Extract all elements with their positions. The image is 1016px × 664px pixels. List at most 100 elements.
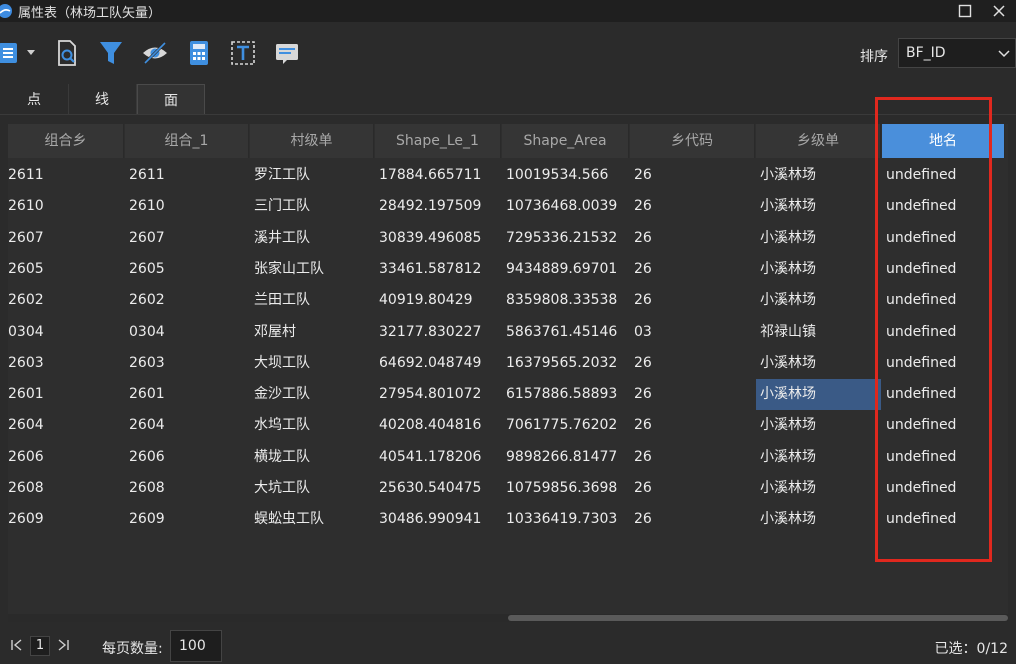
table-cell[interactable]: 2603 (125, 348, 249, 379)
close-button[interactable] (982, 0, 1016, 22)
table-cell[interactable]: 小溪林场 (756, 191, 881, 222)
table-cell[interactable]: 2608 (8, 473, 124, 504)
table-cell[interactable]: undefined (882, 254, 1005, 285)
table-cell[interactable]: 2608 (125, 473, 249, 504)
table-cell[interactable]: 03 (630, 317, 755, 348)
page-number[interactable]: 1 (30, 636, 50, 656)
table-row[interactable]: 2606 2606 横垅工队 40541.178206 9898266.81477 26 小… (8, 442, 1008, 473)
table-cell[interactable]: 30839.496085 (375, 223, 501, 254)
table-cell[interactable]: 祁禄山镇 (756, 317, 881, 348)
table-cell[interactable]: 32177.830227 (375, 317, 501, 348)
table-row[interactable]: 2603 2603 大坝工队 64692.048749 16379565.2032 26 小… (8, 348, 1008, 379)
table-cell[interactable]: undefined (882, 473, 1005, 504)
table-cell[interactable]: 三门工队 (250, 191, 374, 222)
table-cell[interactable]: 27954.801072 (375, 379, 501, 410)
table-cell[interactable]: 小溪林场 (756, 379, 881, 411)
table-cell[interactable]: 0304 (125, 317, 249, 348)
column-header[interactable]: 乡级单 (756, 124, 881, 158)
table-cell[interactable]: undefined (882, 442, 1005, 473)
table-row[interactable]: 2608 2608 大坑工队 25630.540475 10759856.3698 26 小… (8, 473, 1008, 504)
table-cell[interactable]: 小溪林场 (756, 223, 881, 254)
table-cell[interactable]: undefined (882, 285, 1005, 316)
table-cell[interactable]: 2601 (125, 379, 249, 410)
table-cell[interactable]: 26 (630, 254, 755, 285)
table-cell[interactable]: 26 (630, 223, 755, 254)
table-cell[interactable]: 小溪林场 (756, 473, 881, 504)
table-cell[interactable]: 2602 (125, 285, 249, 316)
table-row[interactable]: 2609 2609 蜈蚣虫工队 30486.990941 10336419.7303 26… (8, 504, 1008, 535)
table-cell[interactable]: 2606 (125, 442, 249, 473)
table-cell[interactable]: 26 (630, 442, 755, 473)
table-cell[interactable]: 小溪林场 (756, 410, 881, 441)
table-cell[interactable]: 2604 (8, 410, 124, 441)
table-cell[interactable]: 6157886.58893 (502, 379, 629, 410)
table-cell[interactable]: 40541.178206 (375, 442, 501, 473)
table-cell[interactable]: 张家山工队 (250, 254, 374, 285)
query-button[interactable] (50, 36, 84, 70)
column-header[interactable]: 乡代码 (630, 124, 755, 158)
table-cell[interactable]: 9898266.81477 (502, 442, 629, 473)
table-cell[interactable]: 金沙工队 (250, 379, 374, 410)
table-cell[interactable]: 7061775.76202 (502, 410, 629, 441)
table-cell[interactable]: 0304 (8, 317, 124, 348)
calculator-button[interactable] (182, 36, 216, 70)
table-cell[interactable]: undefined (882, 191, 1005, 222)
table-cell[interactable]: 26 (630, 379, 755, 410)
table-cell[interactable]: 26 (630, 410, 755, 441)
table-cell[interactable]: 2609 (125, 504, 249, 535)
table-row[interactable]: 2601 2601 金沙工队 27954.801072 6157886.58893 26 小… (8, 379, 1008, 411)
message-button[interactable] (270, 36, 304, 70)
table-cell[interactable]: 2607 (125, 223, 249, 254)
table-row[interactable]: 2611 2611 罗江工队 17884.665711 10019534.566 26 小溪… (8, 160, 1008, 191)
table-cell[interactable]: undefined (882, 160, 1005, 191)
table-cell[interactable]: undefined (882, 504, 1005, 535)
table-cell[interactable]: 兰田工队 (250, 285, 374, 316)
table-cell[interactable]: 小溪林场 (756, 160, 881, 191)
table-cell[interactable]: 17884.665711 (375, 160, 501, 191)
table-cell[interactable]: 2606 (8, 442, 124, 473)
table-cell[interactable]: 33461.587812 (375, 254, 501, 285)
column-header[interactable]: 组合_1 (125, 124, 249, 158)
field-text-button[interactable] (226, 36, 260, 70)
table-cell[interactable]: undefined (882, 317, 1005, 348)
per-page-input[interactable]: 100 (170, 630, 222, 662)
export-csv-button[interactable] (0, 36, 40, 70)
table-row[interactable]: 2607 2607 溪井工队 30839.496085 7295336.21532 26 小… (8, 223, 1008, 254)
table-cell[interactable]: undefined (882, 379, 1005, 410)
sort-field-select[interactable]: BF_ID (898, 38, 1016, 68)
last-page-icon[interactable] (56, 638, 70, 652)
table-cell[interactable]: 2601 (8, 379, 124, 410)
table-cell[interactable]: 2607 (8, 223, 124, 254)
table-cell[interactable]: 水坞工队 (250, 410, 374, 441)
table-row[interactable]: 2610 2610 三门工队 28492.197509 10736468.0039 26 小… (8, 191, 1008, 222)
column-header[interactable]: 村级单 (250, 124, 374, 158)
table-cell[interactable]: 26 (630, 160, 755, 191)
table-cell[interactable]: 2610 (8, 191, 124, 222)
scrollbar-thumb[interactable] (508, 615, 1008, 621)
table-cell[interactable]: 小溪林场 (756, 285, 881, 316)
table-row[interactable]: 2605 2605 张家山工队 33461.587812 9434889.69701 26… (8, 254, 1008, 285)
table-cell[interactable]: 2604 (125, 410, 249, 441)
table-cell[interactable]: 大坝工队 (250, 348, 374, 379)
table-cell[interactable]: 9434889.69701 (502, 254, 629, 285)
table-row[interactable]: 2602 2602 兰田工队 40919.80429 8359808.33538 26 小溪… (8, 285, 1008, 316)
table-cell[interactable]: 小溪林场 (756, 348, 881, 379)
tab-line[interactable]: 线 (68, 84, 137, 114)
table-cell[interactable]: 26 (630, 191, 755, 222)
table-cell[interactable]: undefined (882, 410, 1005, 441)
table-cell[interactable]: 2611 (125, 160, 249, 191)
table-cell[interactable]: 2602 (8, 285, 124, 316)
column-header[interactable]: Shape_Le_1 (375, 124, 501, 158)
table-cell[interactable]: 8359808.33538 (502, 285, 629, 316)
table-cell[interactable]: 2611 (8, 160, 124, 191)
table-cell[interactable]: 2605 (8, 254, 124, 285)
table-cell[interactable]: 罗江工队 (250, 160, 374, 191)
column-header[interactable]: 地名 (882, 124, 1005, 158)
filter-button[interactable] (94, 36, 128, 70)
table-cell[interactable]: 大坑工队 (250, 473, 374, 504)
column-header[interactable]: 组合乡 (8, 124, 124, 158)
table-cell[interactable]: 40919.80429 (375, 285, 501, 316)
table-cell[interactable]: 7295336.21532 (502, 223, 629, 254)
table-cell[interactable]: 小溪林场 (756, 504, 881, 535)
table-row[interactable]: 2604 2604 水坞工队 40208.404816 7061775.76202 26 小… (8, 410, 1008, 441)
